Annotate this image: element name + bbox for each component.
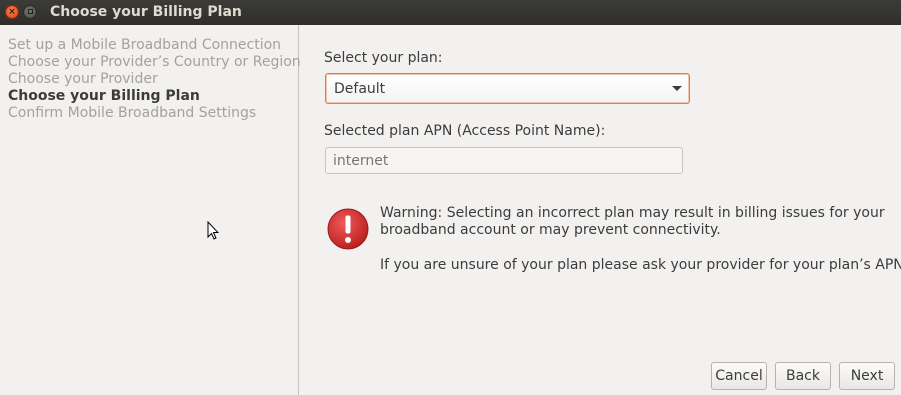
apn-field-frame	[325, 147, 683, 174]
warning-line-1: Warning: Selecting an incorrect plan may…	[380, 205, 885, 221]
warning-line-3: If you are unsure of your plan please as…	[380, 257, 901, 273]
warning-icon	[327, 208, 369, 250]
plan-label: Select your plan:	[324, 50, 443, 66]
minimize-icon[interactable]	[23, 5, 37, 19]
step-confirm: Confirm Mobile Broadband Settings	[8, 105, 257, 121]
warning-line-2: broadband account or may prevent connect…	[380, 222, 721, 238]
chevron-down-icon	[672, 86, 682, 91]
title-bar: × Choose your Billing Plan	[0, 0, 901, 25]
back-button[interactable]: Back	[775, 362, 831, 390]
close-glyph: ×	[8, 7, 16, 17]
step-country: Choose your Provider’s Country or Region	[8, 54, 301, 70]
mouse-cursor-icon	[207, 221, 219, 240]
apn-field[interactable]	[326, 148, 682, 173]
apn-label: Selected plan APN (Access Point Name):	[324, 123, 606, 139]
plan-select-value: Default	[334, 81, 386, 97]
step-provider: Choose your Provider	[8, 71, 158, 87]
step-setup: Set up a Mobile Broadband Connection	[8, 37, 282, 53]
close-icon[interactable]: ×	[5, 5, 19, 19]
plan-select[interactable]: Default	[325, 73, 690, 104]
window-title: Choose your Billing Plan	[50, 4, 242, 20]
cancel-button[interactable]: Cancel	[711, 362, 767, 390]
main-panel: Select your plan: Default Selected plan …	[300, 25, 901, 395]
next-button[interactable]: Next	[839, 362, 895, 390]
steps-sidebar: Set up a Mobile Broadband Connection Cho…	[0, 25, 301, 395]
step-billing-plan: Choose your Billing Plan	[8, 88, 200, 104]
minimize-glyph	[27, 9, 33, 14]
